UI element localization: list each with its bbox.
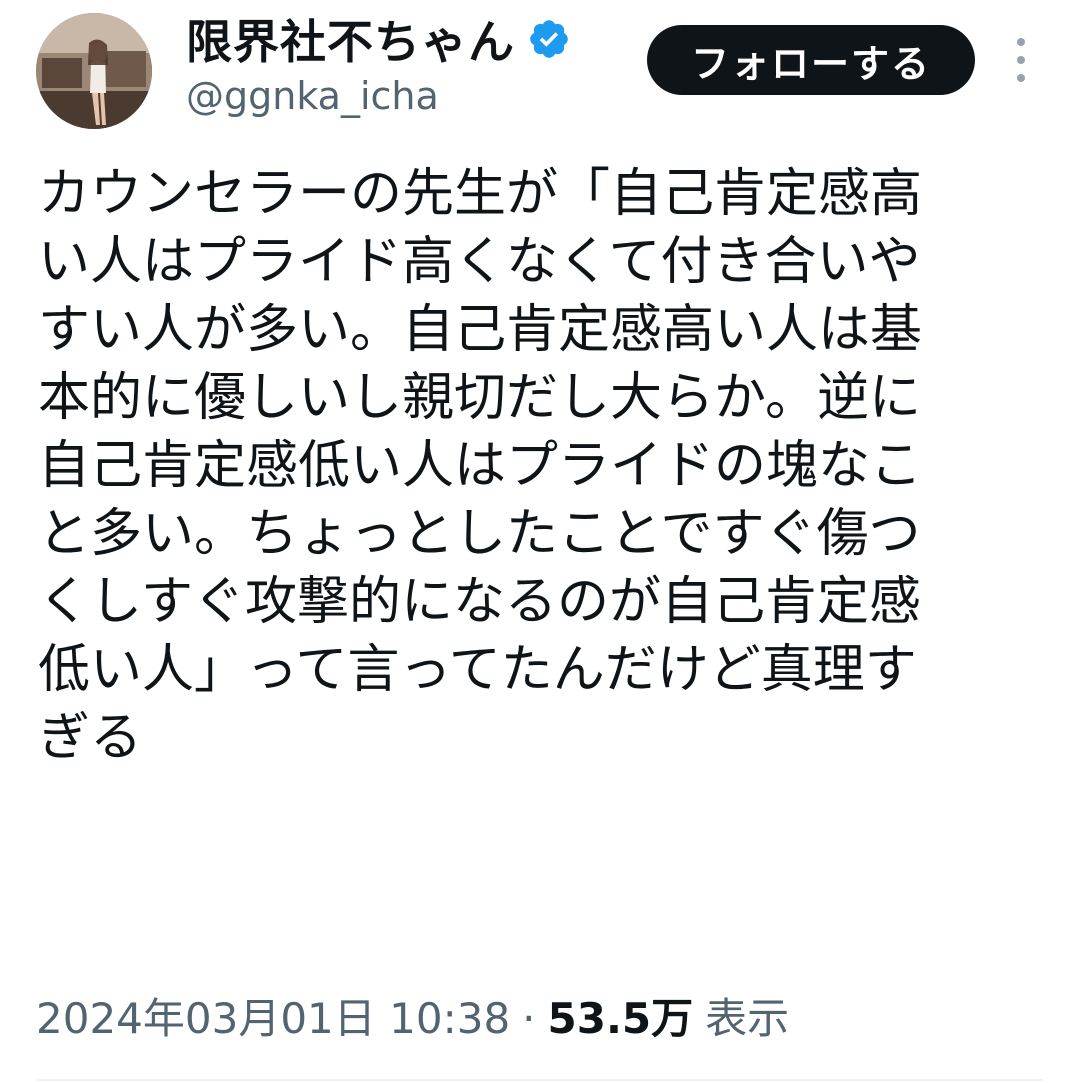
- dot: [1017, 38, 1025, 46]
- tweet-meta: 2024年03月01日 10:38 · 53.5万 表示: [36, 985, 789, 1046]
- views-label: 表示: [705, 994, 790, 1043]
- dot: [1017, 56, 1025, 64]
- tweet-line: カウンセラーの先生が「自己肯定感高: [38, 164, 923, 224]
- tweet-line: と多い。ちょっとしたことですぐ傷つ: [38, 504, 921, 564]
- tweet-text: カウンセラーの先生が「自己肯定感高 い人はプライド高くなくて付き合いや すい人が…: [38, 160, 1018, 772]
- views-count[interactable]: 53.5万: [548, 985, 694, 1046]
- dot: [1017, 74, 1025, 82]
- tweet-header: 限界社不ちゃん @ggnka_icha フォローする: [0, 0, 1079, 140]
- tweet-line: すい人が多い。自己肯定感高い人は基: [38, 300, 923, 360]
- verified-badge-icon[interactable]: [527, 17, 571, 61]
- avatar-photo: [36, 13, 152, 129]
- follow-button[interactable]: フォローする: [647, 25, 975, 95]
- more-vertical-icon[interactable]: [1006, 38, 1036, 82]
- timestamp[interactable]: 2024年03月01日 10:38: [36, 985, 510, 1046]
- user-handle[interactable]: @ggnka_icha: [186, 74, 571, 118]
- tweet-line: 低い人」って言ってたんだけど真理す: [38, 640, 917, 700]
- user-names: 限界社不ちゃん @ggnka_icha: [186, 8, 571, 118]
- divider: [36, 1079, 1043, 1081]
- avatar[interactable]: [36, 13, 152, 129]
- tweet-line: 自己肯定感低い人はプライドの塊なこ: [38, 436, 923, 496]
- display-name[interactable]: 限界社不ちゃん: [186, 6, 515, 72]
- tweet-line: 本的に優しいし親切だし大らか。逆に: [38, 368, 921, 428]
- tweet-line: くしすぐ攻撃的になるのが自己肯定感: [38, 572, 921, 632]
- display-name-row: 限界社不ちゃん: [186, 8, 571, 70]
- tweet-line: ぎる: [38, 708, 143, 768]
- tweet-line: い人はプライド高くなくて付き合いや: [38, 232, 921, 292]
- meta-separator: ·: [522, 994, 536, 1043]
